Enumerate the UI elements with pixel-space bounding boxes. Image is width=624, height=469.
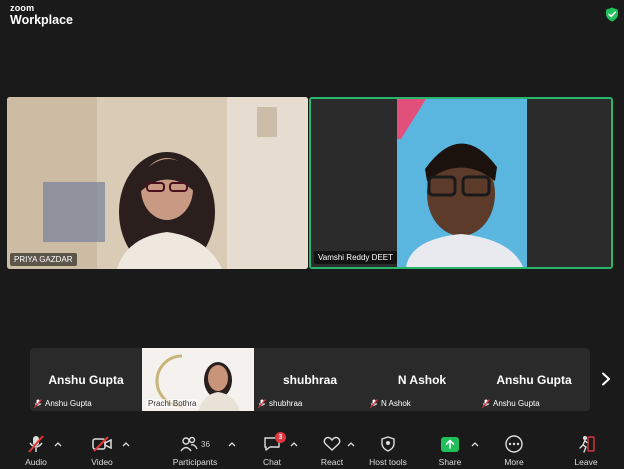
leave-label: Leave <box>574 457 598 467</box>
meeting-toolbar: Audio Video 36 Participants Chat 3 React… <box>0 429 624 469</box>
participant-name-label: Anshu Gupta <box>45 399 92 408</box>
logo-workplace-text: Workplace <box>10 13 73 27</box>
chat-label: Chat <box>263 457 281 467</box>
chevron-up-icon[interactable] <box>54 441 62 447</box>
react-label: React <box>320 457 344 467</box>
audio-button[interactable]: Audio <box>16 429 56 467</box>
participant-video-priya <box>7 97 308 269</box>
chevron-up-icon[interactable] <box>122 441 130 447</box>
leave-button[interactable]: Leave <box>568 429 604 467</box>
participant-thumb[interactable]: Anshu Gupta Anshu Gupta <box>30 348 142 411</box>
chevron-up-icon[interactable] <box>290 441 298 447</box>
host-tools-button[interactable]: Host tools <box>364 429 412 467</box>
participant-video-vamshi <box>311 99 611 267</box>
participant-name-label: Anshu Gupta <box>493 399 540 408</box>
participant-thumb[interactable]: Anshu Gupta Anshu Gupta <box>478 348 590 411</box>
participant-name-tag: Vamshi Reddy DEET <box>314 251 397 264</box>
share-label: Share <box>438 457 462 467</box>
participant-thumb[interactable]: shubhraa shubhraa <box>254 348 366 411</box>
mic-muted-icon <box>34 399 42 408</box>
participant-name-label: shubhraa <box>269 399 303 408</box>
participant-name-tag: PRIYA GAZDAR <box>10 253 77 266</box>
shield-icon <box>381 436 395 452</box>
participant-display-name: shubhraa <box>282 373 337 387</box>
participant-thumb-video[interactable]: Prachi Bothra <box>142 348 254 411</box>
host-tools-label: Host tools <box>369 457 407 467</box>
shield-check-icon[interactable] <box>605 7 619 22</box>
heart-icon <box>323 436 341 451</box>
more-dots-icon <box>505 435 523 453</box>
share-screen-icon <box>441 436 459 452</box>
logo-zoom-text: zoom <box>10 3 35 13</box>
participants-button[interactable]: 36 Participants <box>168 429 222 467</box>
participant-name-label: Prachi Bothra <box>146 399 199 408</box>
camera-off-icon <box>92 436 112 452</box>
mic-muted-icon <box>482 399 490 408</box>
participant-strip: Anshu Gupta Anshu Gupta Prachi Bothra sh… <box>30 348 590 411</box>
participant-thumb[interactable]: N Ashok N Ashok <box>366 348 478 411</box>
more-label: More <box>504 457 524 467</box>
video-tile-priya[interactable]: PRIYA GAZDAR <box>7 97 308 269</box>
react-button[interactable]: React <box>314 429 350 467</box>
mic-muted-icon <box>258 399 266 408</box>
chevron-up-icon[interactable] <box>228 441 236 447</box>
chevron-right-icon[interactable] <box>600 372 612 386</box>
participant-name-label: N Ashok <box>381 399 411 408</box>
people-icon <box>180 436 198 452</box>
chat-unread-badge: 3 <box>275 432 286 443</box>
video-tile-vamshi[interactable]: Vamshi Reddy DEET <box>309 97 613 269</box>
chevron-up-icon[interactable] <box>471 441 479 447</box>
top-bar: zoom Workplace <box>0 0 624 30</box>
chevron-up-icon[interactable] <box>347 441 355 447</box>
video-label: Video <box>91 457 113 467</box>
participant-display-name: N Ashok <box>397 373 447 387</box>
microphone-muted-icon <box>28 435 44 453</box>
share-button[interactable]: Share <box>432 429 468 467</box>
participant-display-name: Anshu Gupta <box>48 373 124 387</box>
participant-display-name: Anshu Gupta <box>496 373 572 387</box>
zoom-logo: zoom Workplace <box>10 4 73 27</box>
leave-icon <box>579 436 595 453</box>
video-button[interactable]: Video <box>82 429 122 467</box>
participants-count: 36 <box>201 439 210 449</box>
audio-label: Audio <box>25 457 47 467</box>
participants-label: Participants <box>172 457 218 467</box>
mic-muted-icon <box>370 399 378 408</box>
more-button[interactable]: More <box>496 429 532 467</box>
